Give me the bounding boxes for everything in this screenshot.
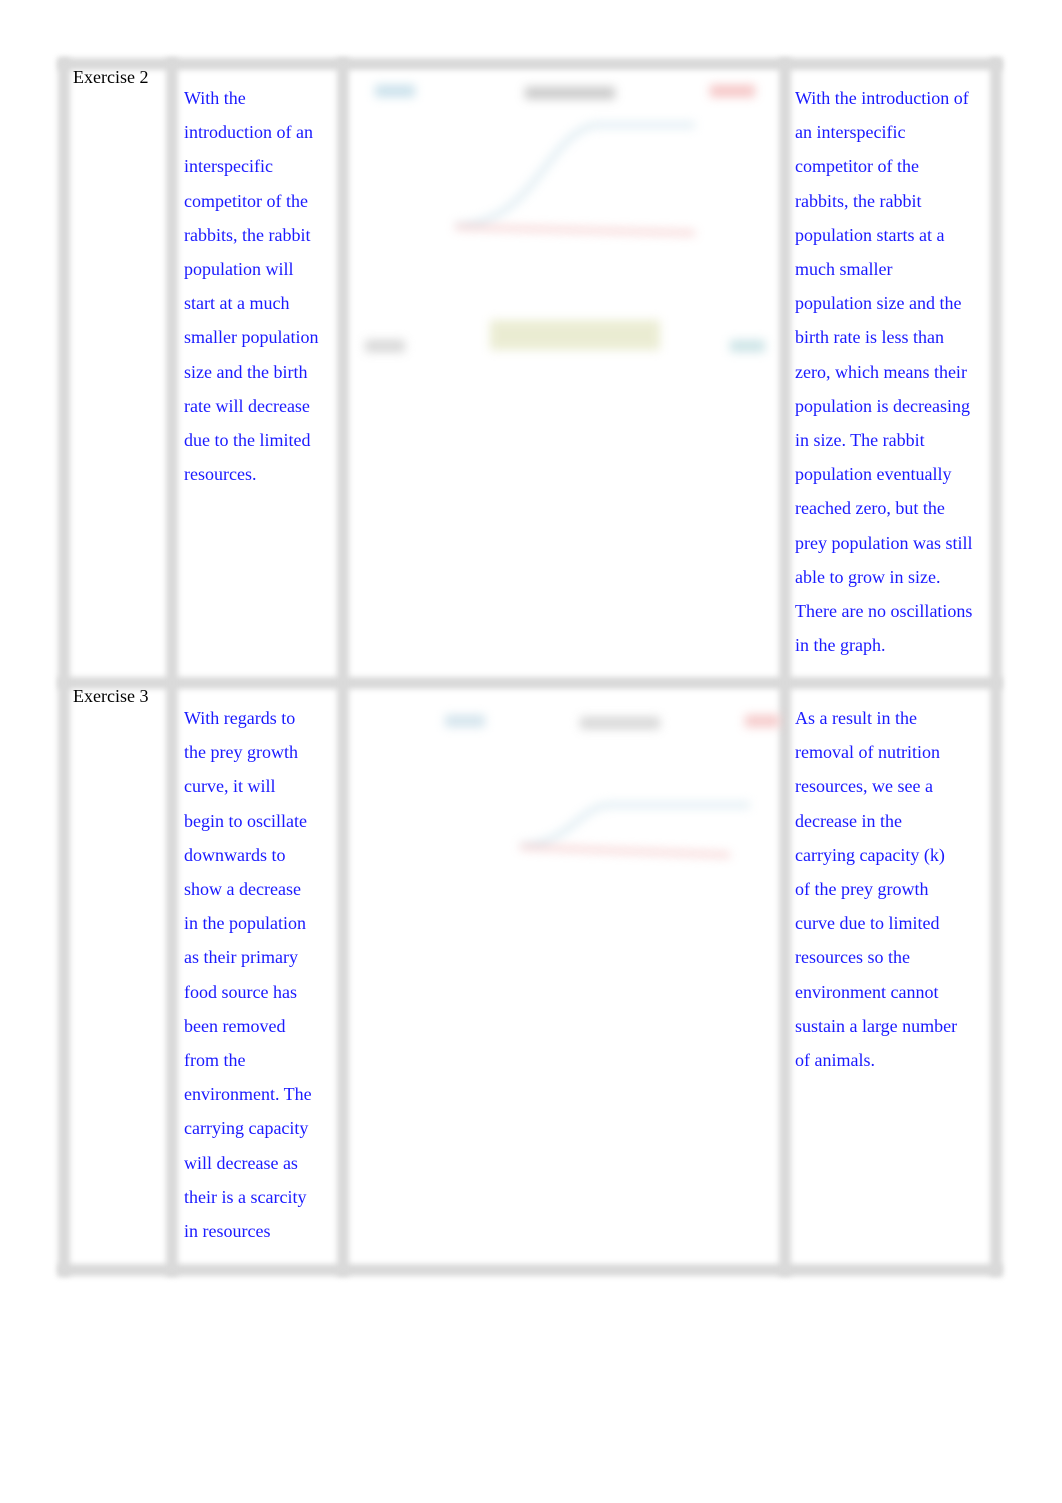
row-label-exercise-3: Exercise 3 <box>73 686 149 706</box>
prediction-text-exercise-3: With regards to the prey growth curve, it … <box>184 701 312 1248</box>
text-line: resources, we see a <box>795 776 933 797</box>
text-line: start at a much <box>184 293 290 314</box>
result-text-exercise-2: With the introduction of an interspecific… <box>795 81 972 662</box>
text-line: introduction of an <box>184 122 313 143</box>
text-line: population eventually <box>795 464 952 485</box>
text-line: population size and the <box>795 293 962 314</box>
text-line: environment cannot <box>795 981 939 1002</box>
text-line: resources so the <box>795 947 910 968</box>
text-line: rabbits, the rabbit <box>184 224 311 245</box>
text-line: of the prey growth <box>795 879 929 900</box>
text-line: competitor of the <box>184 190 308 211</box>
text-line: reached zero, but the <box>795 498 945 519</box>
text-line: curve, it will <box>184 776 276 797</box>
text-line: prey population was still <box>795 532 973 553</box>
text-line: environment. The <box>184 1084 312 1105</box>
graph-image-exercise-2 <box>365 85 765 352</box>
text-line: their is a scarcity <box>184 1186 307 1207</box>
text-line: of animals. <box>795 1050 875 1071</box>
text-line: from the <box>184 1050 246 1071</box>
text-line: With regards to <box>184 708 296 728</box>
text-line: population is decreasing <box>795 395 970 416</box>
text-line: downwards to <box>184 844 286 865</box>
text-line: able to grow in size. <box>795 566 941 587</box>
table-border-col1 <box>166 58 178 1276</box>
text-line: food source has <box>184 981 297 1002</box>
text-line: size and the birth <box>184 361 308 382</box>
graph-image-exercise-3 <box>445 715 780 858</box>
text-line: as their primary <box>184 947 298 968</box>
text-line: carrying capacity (k) <box>795 844 945 865</box>
text-line: in resources <box>184 1221 271 1242</box>
text-line: interspecific <box>184 156 273 177</box>
text-line: With the <box>184 88 246 108</box>
text-line: show a decrease <box>184 879 301 900</box>
text-line: carrying capacity <box>184 1118 309 1139</box>
text-line: rate will decrease <box>184 395 310 416</box>
table-border-mid <box>58 677 1002 689</box>
text-line: removal of nutrition <box>795 742 940 763</box>
table-border-top <box>58 58 1002 70</box>
text-line: begin to oscillate <box>184 810 307 831</box>
text-line: decrease in the <box>795 810 902 831</box>
text-line: much smaller <box>795 259 893 280</box>
row-label-exercise-2: Exercise 2 <box>73 67 149 87</box>
result-text-exercise-3: As a result in the removal of nutrition re… <box>795 701 957 1077</box>
text-line: in the population <box>184 913 306 934</box>
text-line: population starts at a <box>795 224 945 245</box>
text-line: been removed <box>184 1015 286 1036</box>
table-border-right <box>990 58 1002 1276</box>
text-line: smaller population <box>184 327 319 348</box>
text-line: There are no oscillations <box>795 601 973 622</box>
text-line: With the introduction of <box>795 88 969 108</box>
text-line: curve due to limited <box>795 913 940 934</box>
prediction-text-exercise-2: With the introduction of an interspecific c… <box>184 81 318 491</box>
text-line: in size. The rabbit <box>795 430 925 451</box>
text-line: birth rate is less than <box>795 327 944 348</box>
table-border-col2 <box>337 58 349 1276</box>
text-line: due to the limited <box>184 430 311 451</box>
text-line: rabbits, the rabbit <box>795 190 922 211</box>
text-line: the prey growth <box>184 742 298 763</box>
text-line: resources. <box>184 464 257 485</box>
text-line: As a result in the <box>795 708 917 728</box>
text-line: in the graph. <box>795 635 886 656</box>
text-line: zero, which means their <box>795 361 967 382</box>
table-border-left <box>58 58 70 1276</box>
text-line: will decrease as <box>184 1152 298 1173</box>
table-border-bottom <box>58 1264 1002 1276</box>
text-line: sustain a large number <box>795 1015 958 1036</box>
text-line: population will <box>184 259 294 280</box>
text-line: competitor of the <box>795 156 919 177</box>
table-border-col3 <box>779 58 791 1276</box>
text-line: an interspecific <box>795 122 906 143</box>
